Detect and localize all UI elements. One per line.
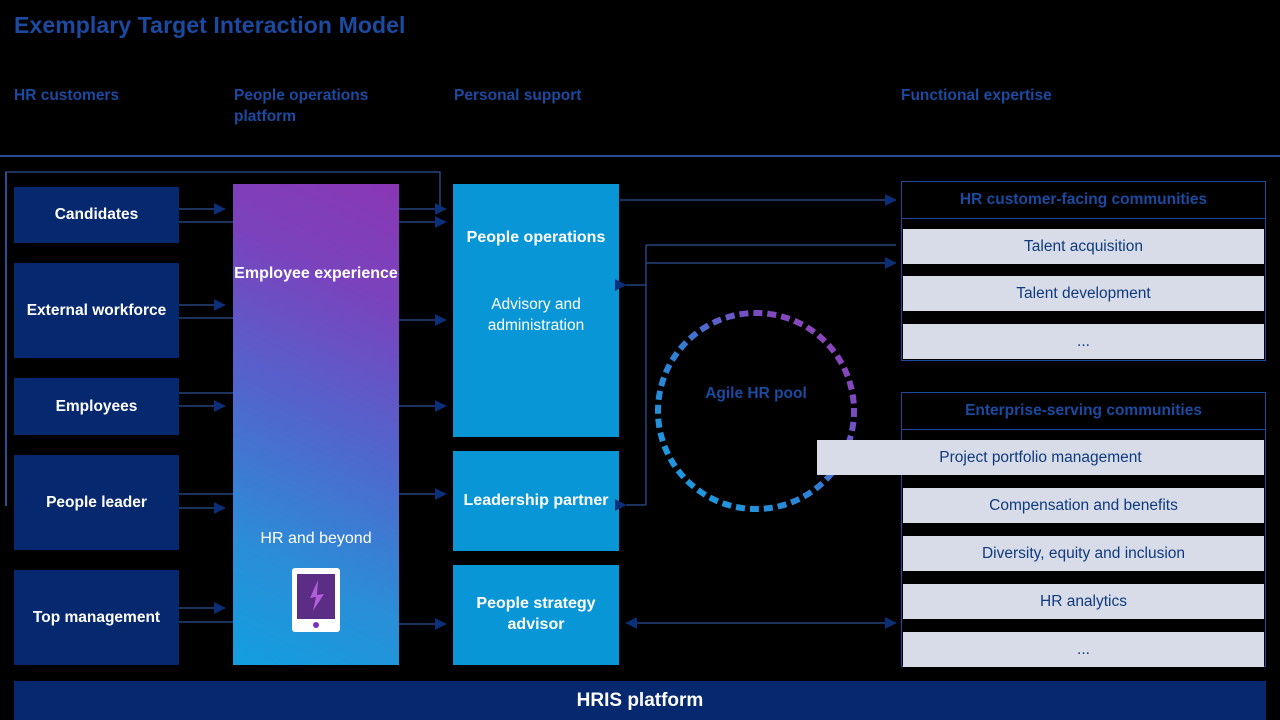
hr-customer-box-people-leader[interactable]: People leader bbox=[14, 455, 179, 550]
community-group-header-enterprise-serving: Enterprise-serving communities bbox=[902, 393, 1265, 430]
dotted-circle-icon bbox=[655, 310, 857, 512]
hr-customer-box-top-management[interactable]: Top management bbox=[14, 570, 179, 665]
ps-title-leadership-partner: Leadership partner bbox=[463, 491, 609, 509]
community-item-project-portfolio-management[interactable]: Project portfolio management bbox=[817, 440, 1264, 475]
hr-customer-box-external-workforce[interactable]: External workforce bbox=[14, 263, 179, 358]
employee-experience-title: Employee experience bbox=[234, 265, 398, 282]
agile-hr-pool-label: Agile HR pool bbox=[705, 385, 807, 402]
column-header-people-operations-platform: People operations platform bbox=[234, 87, 369, 125]
community-item-compensation-and-benefits[interactable]: Compensation and benefits bbox=[903, 488, 1264, 523]
community-item-more-enterprise-serving[interactable]: ... bbox=[903, 632, 1264, 667]
employee-experience-subtitle: HR and beyond bbox=[260, 530, 372, 547]
diagram-canvas: Exemplary Target Interaction Model HR cu… bbox=[0, 0, 1280, 720]
left-bracket-line bbox=[5, 172, 7, 506]
community-group-header-hr-customer-facing: HR customer-facing communities bbox=[902, 182, 1265, 219]
personal-support-box-people-strategy-advisor[interactable]: People strategy advisor bbox=[453, 565, 619, 665]
community-item-hr-analytics[interactable]: HR analytics bbox=[903, 584, 1264, 619]
column-header-functional-expertise: Functional expertise bbox=[901, 87, 1052, 104]
community-item-more-customer-facing[interactable]: ... bbox=[903, 324, 1264, 359]
hr-customer-box-candidates[interactable]: Candidates bbox=[14, 187, 179, 243]
community-group-enterprise-serving: Enterprise-serving communities bbox=[901, 392, 1266, 667]
community-item-talent-acquisition[interactable]: Talent acquisition bbox=[903, 229, 1264, 264]
employee-experience-panel[interactable]: Employee experience HR and beyond bbox=[233, 184, 399, 665]
personal-support-box-people-operations[interactable]: People operations Advisory and administr… bbox=[453, 184, 619, 437]
header-divider bbox=[0, 155, 1280, 157]
ps-subtitle-people-operations: Advisory and administration bbox=[487, 295, 585, 334]
ps-title-people-strategy-advisor: People strategy advisor bbox=[476, 595, 596, 633]
hr-customer-box-employees[interactable]: Employees bbox=[14, 378, 179, 435]
tablet-lightning-icon bbox=[291, 567, 341, 638]
page-title: Exemplary Target Interaction Model bbox=[14, 12, 406, 38]
hris-platform-bar[interactable]: HRIS platform bbox=[14, 681, 1266, 720]
personal-support-box-leadership-partner[interactable]: Leadership partner bbox=[453, 451, 619, 551]
column-header-personal-support: Personal support bbox=[454, 87, 582, 104]
community-item-talent-development[interactable]: Talent development bbox=[903, 276, 1264, 311]
column-header-hr-customers: HR customers bbox=[14, 87, 120, 104]
community-item-diversity-equity-inclusion[interactable]: Diversity, equity and inclusion bbox=[903, 536, 1264, 571]
agile-hr-pool: Agile HR pool bbox=[653, 308, 859, 514]
ps-title-people-operations: People operations bbox=[466, 229, 606, 246]
